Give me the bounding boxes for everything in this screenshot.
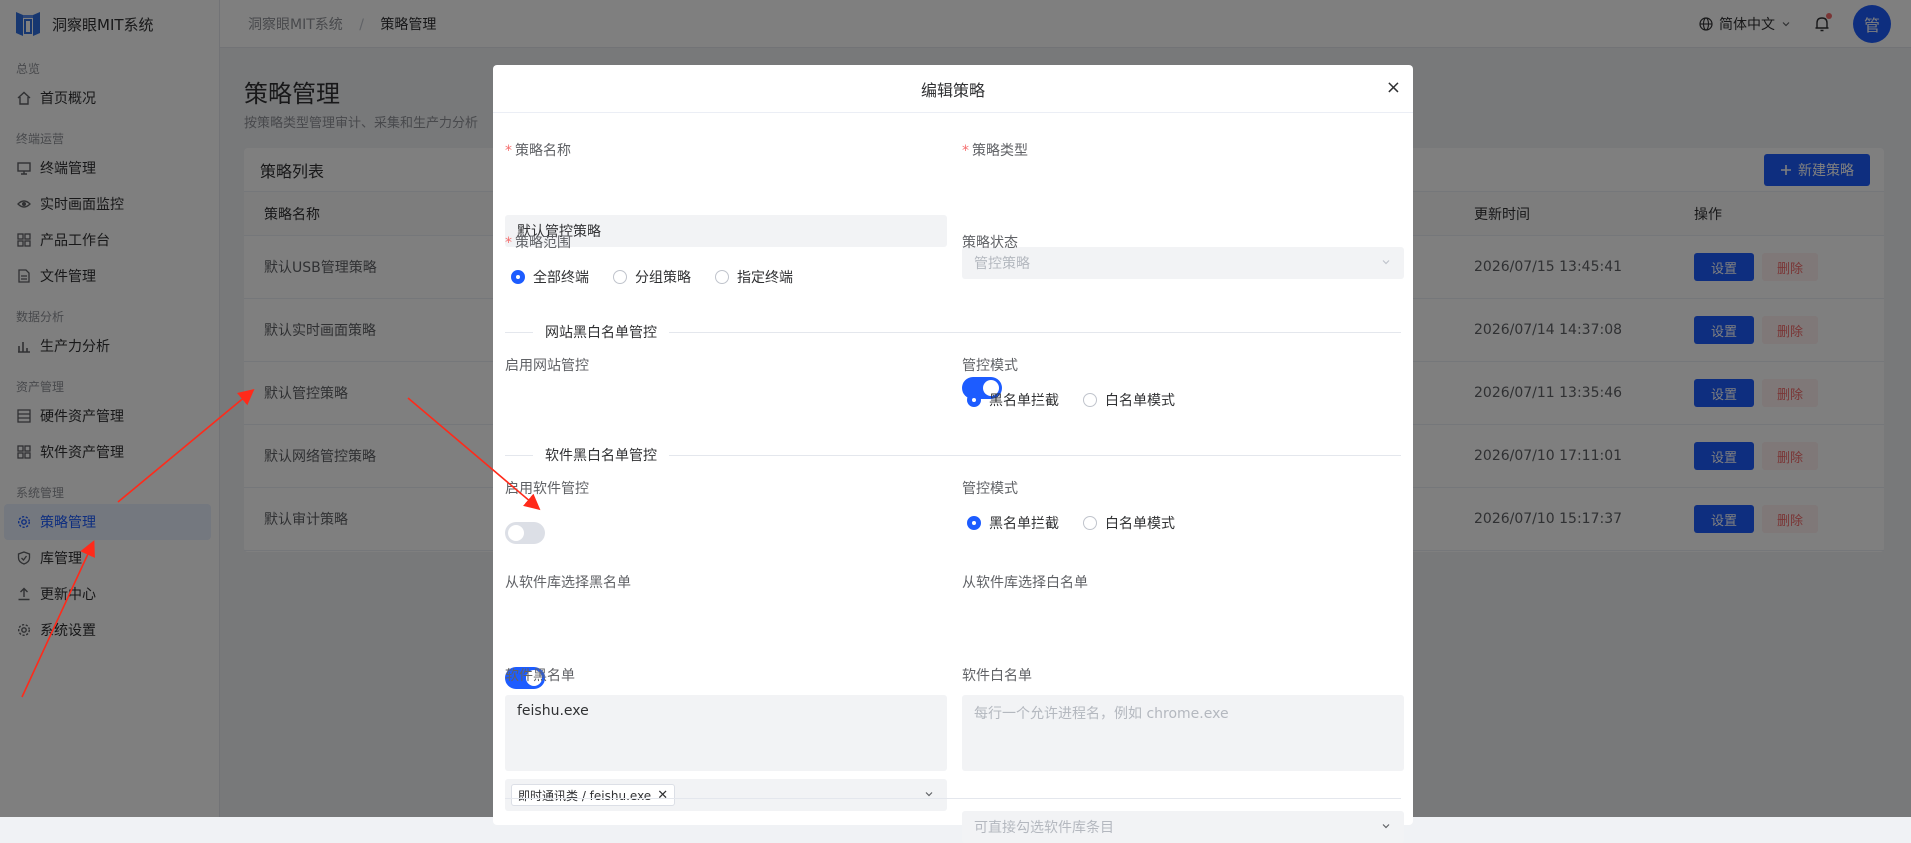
policy-name-label: * 策略名称: [505, 140, 571, 160]
chevron-down-icon: [1382, 260, 1390, 265]
website-section-title: 网站黑白名单管控: [533, 322, 669, 342]
sw-mode-blacklist[interactable]: 黑名单拦截: [967, 513, 1059, 533]
web-mode-whitelist[interactable]: 白名单模式: [1083, 390, 1175, 410]
scope-radio-specific[interactable]: 指定终端: [715, 267, 793, 287]
policy-scope-label: * 策略范围: [505, 232, 571, 252]
radio-label: 分组策略: [635, 270, 691, 286]
blacklist-label: 软件黑名单: [505, 668, 575, 684]
dialog-header: 编辑策略 ×: [493, 65, 1413, 113]
radio-dot: [967, 516, 981, 530]
policy-status-label: 策略状态: [962, 235, 1018, 251]
radio-label: 白名单模式: [1105, 393, 1175, 409]
blacklist-textarea[interactable]: feishu.exe: [505, 695, 947, 771]
sw-enable-label: 启用软件管控: [505, 481, 589, 497]
radio-label: 指定终端: [737, 270, 793, 286]
chevron-down-icon: [1382, 824, 1390, 829]
policy-type-label: * 策略类型: [962, 140, 1028, 160]
whitelist-library-select[interactable]: 可直接勾选软件库条目: [962, 811, 1404, 843]
radio-dot: [613, 270, 627, 284]
whitelist-select-placeholder: 可直接勾选软件库条目: [974, 820, 1114, 836]
black-select-label: 从软件库选择黑名单: [505, 575, 631, 591]
policy-type-select: 管控策略: [962, 247, 1404, 279]
radio-dot: [967, 393, 981, 407]
scope-radio-all[interactable]: 全部终端: [511, 267, 589, 287]
radio-dot: [1083, 393, 1097, 407]
web-mode-label: 管控模式: [962, 358, 1018, 374]
radio-label: 白名单模式: [1105, 516, 1175, 532]
whitelist-textarea[interactable]: 每行一个允许进程名，例如 chrome.exe: [962, 695, 1404, 771]
policy-scope-label-text: 策略范围: [515, 235, 571, 251]
web-mode-radio-group: 黑名单拦截 白名单模式: [967, 390, 1175, 410]
policy-name-label-text: 策略名称: [515, 143, 571, 159]
scope-radio-group-policy[interactable]: 分组策略: [613, 267, 691, 287]
tag-label: 即时通讯类 / feishu.exe: [518, 788, 652, 803]
blacklist-library-select[interactable]: 即时通讯类 / feishu.exe ✕: [505, 779, 947, 811]
radio-label: 全部终端: [533, 270, 589, 286]
policy-type-value: 管控策略: [974, 256, 1030, 272]
radio-dot: [1083, 516, 1097, 530]
white-select-label: 从软件库选择白名单: [962, 575, 1088, 591]
software-section-title: 软件黑白名单管控: [533, 445, 669, 465]
radio-label: 黑名单拦截: [989, 393, 1059, 409]
radio-dot: [511, 270, 525, 284]
required-mark: *: [505, 235, 512, 251]
dialog-bottom-divider: [505, 798, 1401, 799]
scope-radio-group: 全部终端 分组策略 指定终端: [511, 267, 793, 287]
policy-type-label-text: 策略类型: [972, 143, 1028, 159]
web-mode-blacklist[interactable]: 黑名单拦截: [967, 390, 1059, 410]
policy-name-input[interactable]: 默认管控策略: [505, 215, 947, 247]
sw-mode-radio-group: 黑名单拦截 白名单模式: [967, 513, 1175, 533]
radio-dot: [715, 270, 729, 284]
dialog-title: 编辑策略: [920, 80, 985, 100]
web-enable-switch[interactable]: [505, 522, 545, 544]
sw-mode-whitelist[interactable]: 白名单模式: [1083, 513, 1175, 533]
required-mark: *: [962, 143, 969, 159]
web-enable-label: 启用网站管控: [505, 358, 589, 374]
tag-close-icon[interactable]: ✕: [657, 788, 668, 803]
whitelist-label: 软件白名单: [962, 668, 1032, 684]
required-mark: *: [505, 143, 512, 159]
selected-tag: 即时通讯类 / feishu.exe ✕: [511, 784, 676, 806]
radio-label: 黑名单拦截: [989, 516, 1059, 532]
edit-policy-dialog: 编辑策略 × * 策略名称 默认管控策略 * 策略类型 管控策略 * 策略范围 全部终…: [493, 65, 1413, 843]
close-icon[interactable]: ×: [1386, 79, 1401, 97]
sw-mode-label: 管控模式: [962, 481, 1018, 497]
